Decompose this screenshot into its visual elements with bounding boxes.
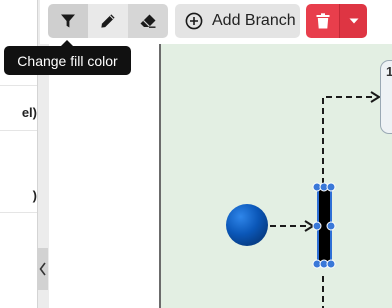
panel-divider xyxy=(0,85,37,86)
eraser-button[interactable] xyxy=(128,4,168,38)
edit-button[interactable] xyxy=(88,4,128,38)
pencil-icon xyxy=(101,14,115,28)
toolbar: Add Branch xyxy=(40,0,392,44)
arrowhead xyxy=(370,91,381,103)
task-node-number: 1 xyxy=(386,64,392,79)
arrowhead xyxy=(304,220,315,232)
diagram-connections xyxy=(226,91,381,308)
caret-down-icon xyxy=(349,18,358,24)
filter-icon xyxy=(61,14,75,28)
panel-divider xyxy=(0,212,37,213)
eraser-icon xyxy=(140,14,156,28)
collapse-panel-button[interactable] xyxy=(37,248,48,290)
connector-line xyxy=(322,96,375,184)
diagram-canvas[interactable]: 1 xyxy=(161,44,392,308)
app-window: s el) ) xyxy=(0,0,392,308)
delete-options-dropdown[interactable] xyxy=(339,4,367,38)
panel-text-fragment: el) xyxy=(21,105,37,120)
fill-color-button[interactable] xyxy=(48,4,88,38)
task-node[interactable]: 1 xyxy=(380,60,392,134)
add-branch-button[interactable]: Add Branch xyxy=(175,4,300,38)
panel-divider xyxy=(0,130,37,131)
panel-text-fragment: ) xyxy=(32,188,37,203)
delete-button[interactable] xyxy=(306,4,339,38)
plus-circle-icon xyxy=(185,12,203,30)
start-node xyxy=(226,204,268,246)
chevron-left-icon xyxy=(39,262,46,276)
add-branch-label: Add Branch xyxy=(212,12,296,29)
tooltip: Change fill color xyxy=(4,46,131,75)
delete-button-group xyxy=(306,4,367,38)
tool-button-group xyxy=(48,4,168,38)
trash-icon xyxy=(316,13,329,29)
